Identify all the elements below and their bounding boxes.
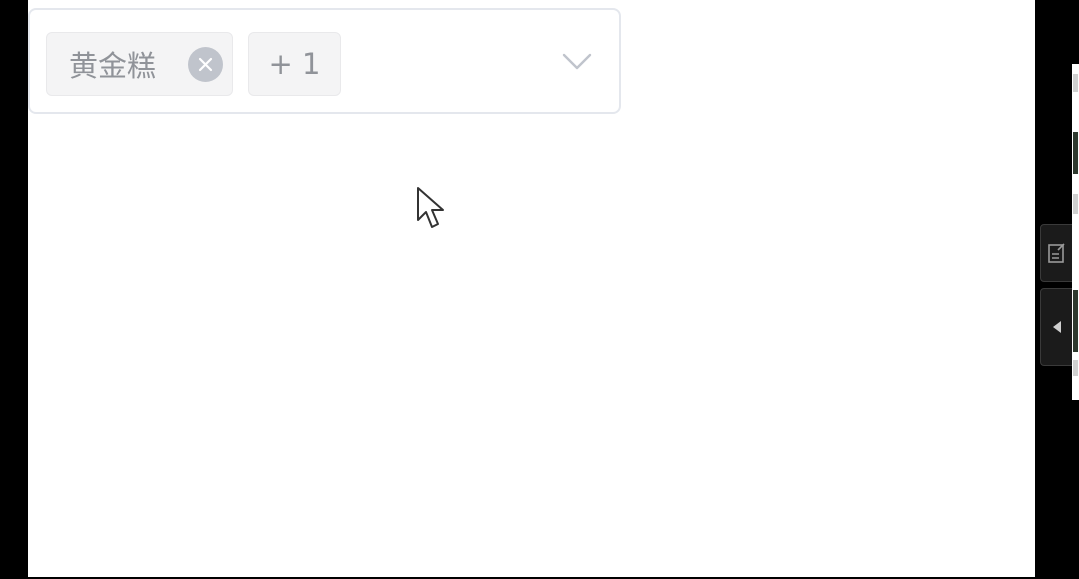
chevron-down-icon[interactable]: [561, 50, 593, 72]
mouse-pointer-icon: [417, 187, 444, 228]
background-window-edge: [1072, 64, 1079, 400]
collapsed-tags-label: + 1: [268, 47, 321, 81]
screen: 黄金糕 + 1: [0, 0, 1079, 579]
content-viewport: 黄金糕 + 1: [28, 0, 1035, 577]
collapse-panel-button[interactable]: [1040, 288, 1074, 366]
caret-left-icon: [1053, 321, 1061, 333]
collapsed-tags-count: + 1: [248, 32, 341, 96]
select-tag-label: 黄金糕: [69, 49, 157, 83]
circle-close-icon[interactable]: [188, 47, 223, 82]
note-button[interactable]: [1040, 224, 1074, 282]
multi-select[interactable]: 黄金糕 + 1: [28, 8, 621, 114]
edit-note-icon: [1048, 243, 1065, 263]
select-tag: 黄金糕: [46, 32, 233, 96]
